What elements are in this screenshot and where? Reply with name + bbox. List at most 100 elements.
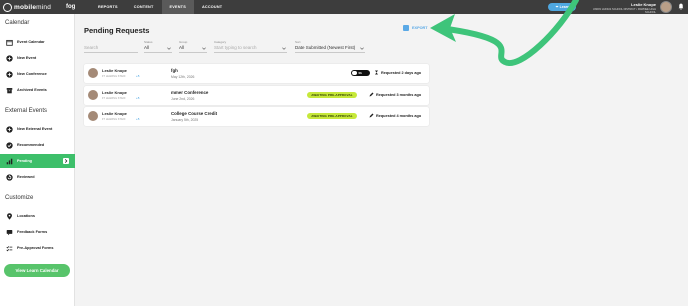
search-input[interactable]: Search (84, 45, 98, 50)
chevron-down-icon[interactable] (202, 47, 206, 50)
chevron-down-icon[interactable] (360, 47, 364, 50)
sidebar-item-label: Pre-Approval Forms (17, 246, 54, 250)
category-filter-label: Category (214, 40, 227, 44)
tab-content[interactable]: CONTENT (126, 0, 162, 14)
status-select[interactable]: All (144, 45, 149, 50)
user-name: Leslie Knope (631, 2, 656, 7)
requester-role: FT LEADING STAFF (102, 117, 126, 121)
attendee-count: +5 (136, 74, 140, 78)
chevron-down-icon[interactable] (167, 47, 171, 50)
request-title: College Course Credit (171, 111, 218, 116)
logo-mark-icon (3, 2, 12, 12)
group-select[interactable]: All (179, 45, 184, 50)
chart-icon (6, 158, 13, 165)
requester-name: Leslie Knope (102, 111, 127, 116)
duration-badge: 0h (351, 70, 370, 76)
plus-icon (6, 54, 13, 62)
sidebar-item-archived-events[interactable]: Archived Events (0, 83, 75, 97)
requester-name: Leslie Knope (102, 68, 127, 73)
plus-icon (6, 70, 13, 78)
chevron-down-icon[interactable] (282, 47, 286, 50)
status-filter-label: Status (144, 40, 153, 44)
request-title: fgh (171, 68, 178, 73)
avatar (88, 111, 98, 121)
pencil-icon (369, 113, 374, 118)
sidebar-item-label: New Event (17, 56, 37, 60)
sidebar-item-pending[interactable]: Pending (0, 154, 75, 168)
view-learn-calendar-button[interactable]: View Learn Calendar (4, 264, 70, 277)
avatar (88, 90, 98, 100)
attendee-count: +5 (136, 117, 140, 121)
sidebar-item-label: Feedback Forms (17, 230, 48, 234)
sort-filter-label: Sort (295, 40, 301, 44)
request-card[interactable]: Leslie Knope FT LEADING STAFF +5 mmer Co… (84, 86, 429, 105)
sidebar-item-recommended[interactable]: Recommended (0, 138, 75, 152)
group-underline (179, 52, 207, 53)
sort-underline (295, 52, 365, 53)
status-badge: AWAITING PRE-APPROVAL (307, 92, 357, 98)
export-icon (403, 25, 409, 31)
requester-name: Leslie Knope (102, 90, 127, 95)
request-card[interactable]: Leslie Knope FT LEADING STAFF +5 fgh May… (84, 64, 429, 83)
archive-icon (6, 87, 13, 94)
toggle-knob-icon (352, 70, 357, 76)
calendar-icon (6, 39, 13, 46)
sidebar-item-label: New Conference (17, 72, 47, 76)
checklist-icon (6, 245, 13, 252)
learn-icon (554, 5, 559, 8)
request-title: mmer Conference (171, 90, 209, 95)
sidebar-item-label: Archived Events (17, 88, 47, 92)
tab-events[interactable]: EVENTS (161, 0, 194, 14)
user-organization: UNION HUNGS SCHOOL DISTRICT • PAWNEE HIG… (592, 8, 656, 14)
section-title-customize: Customize (5, 195, 34, 201)
plus-icon (6, 125, 13, 133)
group-filter-label: Group (179, 40, 188, 44)
status-badge: AWAITING PRE-APPROVAL (307, 113, 357, 119)
pencil-icon (369, 92, 374, 97)
page-title: Pending Requests (84, 26, 150, 35)
sidebar-item-new-external-event[interactable]: New External Event (0, 122, 75, 136)
sidebar-item-pre-approval-forms[interactable]: Pre-Approval Forms (0, 241, 75, 255)
sidebar-item-label: Locations (17, 214, 35, 218)
sidebar-item-reviewed[interactable]: Reviewed (0, 170, 75, 184)
category-underline (214, 52, 287, 53)
check-circle-icon (6, 141, 13, 149)
logo-text: mobilemind (14, 3, 52, 11)
request-date: January 5th, 2025 (171, 117, 199, 122)
org-code[interactable]: fog (66, 4, 90, 10)
avatar (88, 68, 98, 78)
sidebar-item-feedback-forms[interactable]: Feedback Forms (0, 225, 75, 239)
category-input[interactable]: Start typing to search (214, 45, 257, 50)
section-title-calendar: Calendar (5, 20, 30, 26)
learn-button[interactable]: Learn (548, 3, 576, 11)
request-date: May 12th, 2026 (171, 74, 195, 79)
search-underline (84, 52, 138, 53)
hourglass-icon (375, 70, 378, 75)
requested-time: Requested 3 months ago (369, 92, 421, 97)
avatar[interactable] (660, 1, 672, 13)
sidebar-item-new-event[interactable]: New Event (0, 51, 75, 65)
sidebar-item-label: Recommended (17, 143, 45, 147)
chevron-right-icon (63, 158, 69, 164)
sidebar-item-label: Reviewed (17, 175, 35, 179)
tab-account[interactable]: ACCOUNT (194, 0, 230, 14)
request-card[interactable]: Leslie Knope FT LEADING STAFF +5 College… (84, 107, 429, 126)
logo[interactable]: mobilemind (3, 2, 63, 12)
request-date: June 2nd, 2026 (171, 96, 195, 101)
sidebar-item-label: Event Calendar (17, 40, 45, 44)
sort-select[interactable]: Date Submitted (Newest First) (295, 45, 355, 50)
sidebar: Calendar Event Calendar New Event New Co… (0, 14, 75, 306)
tab-reports[interactable]: REPORTS (90, 0, 126, 14)
export-label: EXPORT (412, 26, 428, 30)
top-nav-bar: mobilemind fog REPORTS CONTENT EVENTS AC… (0, 0, 688, 14)
sidebar-item-label: New External Event (17, 127, 53, 131)
section-title-external-events: External Events (5, 108, 48, 114)
refresh-icon (6, 173, 13, 181)
export-button[interactable]: EXPORT (403, 25, 428, 31)
sidebar-item-new-conference[interactable]: New Conference (0, 67, 75, 81)
location-pin-icon (6, 212, 13, 220)
sidebar-item-event-calendar[interactable]: Event Calendar (0, 35, 75, 49)
user-menu[interactable]: Leslie Knope UNION HUNGS SCHOOL DISTRICT… (586, 2, 656, 14)
bell-icon[interactable] (678, 3, 684, 10)
sidebar-item-locations[interactable]: Locations (0, 209, 75, 223)
